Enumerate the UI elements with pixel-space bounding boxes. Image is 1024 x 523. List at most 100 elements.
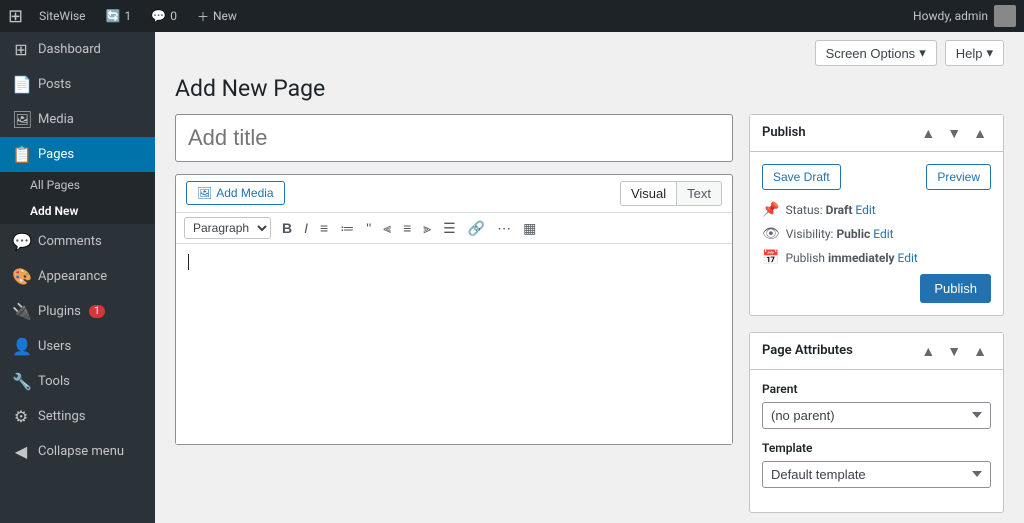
preview-button[interactable]: Preview: [926, 164, 991, 190]
page-title-input[interactable]: [175, 114, 733, 162]
screen-options-button[interactable]: Screen Options ▾: [815, 40, 937, 66]
content-area: Screen Options ▾ Help ▾ Add New Page: [155, 32, 1024, 523]
unordered-list-button[interactable]: ≡: [315, 218, 333, 238]
content-top-bar: Screen Options ▾ Help ▾: [155, 32, 1024, 74]
parent-select[interactable]: (no parent): [762, 402, 991, 429]
admin-bar: ⊞ SiteWise 🔄 1 💬 0 ＋ New Howdy, admin: [0, 0, 1024, 32]
plus-icon: ＋: [197, 8, 209, 25]
posts-icon: 📄: [12, 75, 30, 94]
editor-tabs: Visual Text: [620, 181, 722, 206]
visibility-edit-link[interactable]: Edit: [873, 227, 893, 241]
italic-button[interactable]: I: [299, 218, 313, 238]
sidebar-item-dashboard[interactable]: ⊞ Dashboard: [0, 32, 155, 67]
sidebar-item-all-pages[interactable]: All Pages: [0, 172, 155, 198]
more-button[interactable]: ⋯: [492, 218, 516, 238]
updates-icon: 🔄: [106, 9, 121, 23]
status-icon: 📌: [762, 202, 779, 218]
adminbar-new[interactable]: ＋ New: [189, 0, 245, 32]
bold-button[interactable]: B: [277, 218, 297, 238]
editor-main: 🖼 Add Media Visual Text: [175, 114, 733, 523]
page-attributes-header: Page Attributes ▲ ▼ ▲: [750, 333, 1003, 370]
status-row: 📌 Status: Draft Edit: [762, 202, 991, 218]
editor-toolbar-top: 🖼 Add Media Visual Text: [176, 175, 732, 213]
pages-icon: 📋: [12, 145, 30, 164]
publish-metabox-body: Save Draft Preview 📌 Status: Draft Edit: [750, 152, 1003, 315]
editor-wrap: 🖼 Add Media Visual Text: [155, 114, 1024, 523]
template-select[interactable]: Default template: [762, 461, 991, 488]
publish-toggle-button[interactable]: ▲: [969, 123, 991, 143]
tab-visual[interactable]: Visual: [620, 181, 677, 206]
publish-collapse-up-button[interactable]: ▲: [917, 123, 939, 143]
sidebar-item-plugins[interactable]: 🔌 Plugins 1: [0, 294, 155, 329]
align-center-button[interactable]: ≡: [398, 218, 416, 238]
editor-content-area[interactable]: [176, 244, 732, 444]
publish-button[interactable]: Publish: [920, 274, 991, 303]
site-name: SiteWise: [39, 9, 85, 23]
settings-icon: ⚙: [12, 407, 30, 426]
publish-collapse-down-button[interactable]: ▼: [943, 123, 965, 143]
add-media-icon: 🖼: [197, 186, 212, 200]
tools-icon: 🔧: [12, 372, 30, 391]
sidebar-item-pages[interactable]: 📋 Pages: [0, 137, 155, 172]
plugins-icon: 🔌: [12, 302, 30, 321]
attributes-toggle-button[interactable]: ▲: [969, 341, 991, 361]
page-title: Add New Page: [175, 74, 1004, 104]
ordered-list-button[interactable]: ≔: [335, 218, 359, 238]
publish-actions: Save Draft Preview: [762, 164, 991, 190]
sidebar-item-tools[interactable]: 🔧 Tools: [0, 364, 155, 399]
sidebar-item-add-new[interactable]: Add New: [0, 198, 155, 224]
publish-time-row: 📅 Publish immediately Edit: [762, 250, 991, 266]
publish-metabox-header: Publish ▲ ▼ ▲: [750, 115, 1003, 152]
blockquote-button[interactable]: ": [361, 218, 376, 238]
align-right-button[interactable]: ⫸: [418, 218, 436, 238]
pages-submenu: All Pages Add New: [0, 172, 155, 224]
media-icon: 🖼: [12, 110, 30, 129]
parent-label: Parent: [762, 382, 991, 396]
editor-formatting-toolbar: Paragraph B I ≡ ≔ " ⫷ ≡ ⫸ ☰ 🔗 ⋯ ▦: [176, 213, 732, 244]
publish-metabox-controls: ▲ ▼ ▲: [917, 123, 991, 143]
sidebar-item-comments[interactable]: 💬 Comments: [0, 224, 155, 259]
screen-options-arrow-icon: ▾: [919, 45, 926, 61]
link-button[interactable]: 🔗: [463, 218, 490, 238]
paragraph-format-select[interactable]: Paragraph: [184, 217, 271, 239]
attributes-collapse-up-button[interactable]: ▲: [917, 341, 939, 361]
help-arrow-icon: ▾: [986, 45, 993, 61]
adminbar-site[interactable]: SiteWise: [31, 0, 93, 32]
attributes-collapse-down-button[interactable]: ▼: [943, 341, 965, 361]
publish-submit-row: Publish: [762, 274, 991, 303]
sidebar: ⊞ Dashboard 📄 Posts 🖼 Media 📋 Pages All …: [0, 32, 155, 523]
comments-nav-icon: 💬: [12, 232, 30, 251]
sidebar-item-users[interactable]: 👤 Users: [0, 329, 155, 364]
page-attributes-body: Parent (no parent) Template Default temp…: [750, 370, 1003, 512]
sidebar-item-media[interactable]: 🖼 Media: [0, 102, 155, 137]
publish-metabox: Publish ▲ ▼ ▲ Save Draft Preview: [749, 114, 1004, 316]
editor-cursor: [188, 254, 189, 270]
editor-sidebar: Publish ▲ ▼ ▲ Save Draft Preview: [749, 114, 1004, 523]
template-label: Template: [762, 441, 991, 455]
page-attributes-title: Page Attributes: [762, 343, 917, 358]
sidebar-item-posts[interactable]: 📄 Posts: [0, 67, 155, 102]
visibility-icon: 👁: [762, 226, 780, 242]
wp-logo-icon: ⊞: [8, 6, 23, 27]
adminbar-comments[interactable]: 💬 0: [143, 0, 185, 32]
add-media-button[interactable]: 🖼 Add Media: [186, 181, 285, 205]
adminbar-howdy[interactable]: Howdy, admin: [913, 5, 1016, 27]
tab-text[interactable]: Text: [677, 181, 722, 206]
calendar-icon: 📅: [762, 250, 779, 266]
publish-time-edit-link[interactable]: Edit: [898, 251, 918, 265]
align-left-button[interactable]: ⫷: [378, 218, 396, 238]
align-justify-button[interactable]: ☰: [438, 218, 461, 238]
users-icon: 👤: [12, 337, 30, 356]
help-button[interactable]: Help ▾: [945, 40, 1004, 66]
plugins-badge: 1: [89, 305, 105, 318]
sidebar-item-settings[interactable]: ⚙ Settings: [0, 399, 155, 434]
template-field: Template Default template: [762, 441, 991, 488]
table-button[interactable]: ▦: [518, 218, 541, 238]
page-attributes-metabox: Page Attributes ▲ ▼ ▲ Parent (no parent): [749, 332, 1004, 513]
sidebar-item-collapse[interactable]: ◀ Collapse menu: [0, 434, 155, 469]
save-draft-button[interactable]: Save Draft: [762, 164, 841, 190]
status-edit-link[interactable]: Edit: [855, 203, 875, 217]
adminbar-updates[interactable]: 🔄 1: [98, 0, 140, 32]
sidebar-item-appearance[interactable]: 🎨 Appearance: [0, 259, 155, 294]
page-attributes-controls: ▲ ▼ ▲: [917, 341, 991, 361]
